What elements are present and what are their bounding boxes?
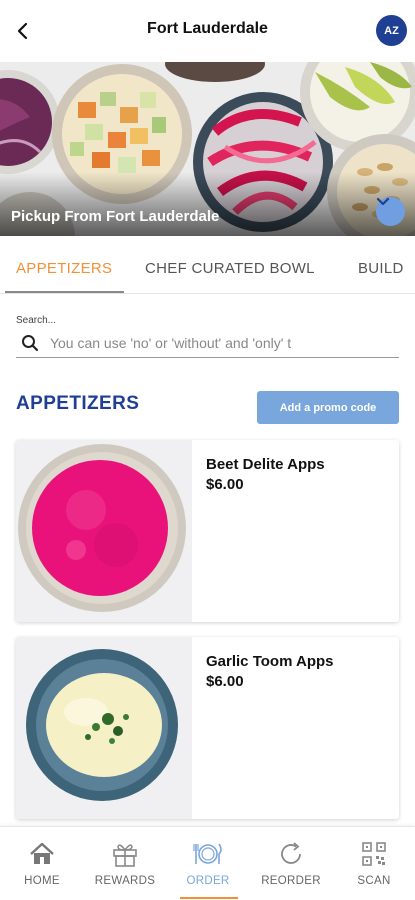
nav-item-reorder[interactable]: REORDER	[249, 839, 333, 887]
pickup-location-label: Pickup From Fort Lauderdale	[11, 208, 220, 225]
bottom-navigation: HOME REWARDS ORDER REORDER SCAN	[0, 826, 415, 900]
menu-item-price: $6.00	[206, 673, 244, 690]
nav-label: REWARDS	[94, 875, 156, 887]
tab-appetizers[interactable]: APPETIZERS	[16, 260, 112, 277]
gift-icon	[113, 844, 137, 867]
nav-label: ORDER	[186, 875, 230, 887]
search-label: Search...	[16, 315, 57, 326]
nav-item-rewards[interactable]: REWARDS	[83, 839, 167, 887]
nav-label: REORDER	[261, 875, 321, 887]
menu-item-image	[16, 637, 192, 819]
qr-code-icon	[362, 842, 386, 866]
active-tab-indicator	[5, 291, 124, 293]
search-input[interactable]	[49, 334, 399, 351]
menu-item-image	[16, 440, 192, 622]
menu-item-name: Beet Delite Apps	[206, 456, 325, 473]
nav-label: HOME	[24, 875, 60, 887]
store-hero-image: Pickup From Fort Lauderdale	[0, 62, 415, 236]
nav-item-order[interactable]: ORDER	[166, 839, 250, 887]
search-icon	[18, 331, 42, 355]
nav-label: SCAN	[357, 875, 391, 887]
refresh-icon	[281, 842, 301, 864]
chevron-down-icon	[376, 197, 390, 206]
menu-item-card[interactable]: Garlic Toom Apps $6.00	[16, 637, 399, 819]
hero-shade	[0, 172, 415, 236]
page-title: Fort Lauderdale	[147, 20, 268, 37]
active-nav-indicator	[180, 897, 238, 899]
add-promo-code-button[interactable]: Add a promo code	[257, 391, 399, 424]
avatar[interactable]: AZ	[376, 15, 407, 46]
dining-icon	[193, 843, 222, 864]
app-header: Fort Lauderdale AZ	[0, 0, 415, 62]
category-tabs: APPETIZERS CHEF CURATED BOWL BUILD	[0, 236, 415, 294]
menu-item-name: Garlic Toom Apps	[206, 653, 334, 670]
section-title: APPETIZERS	[16, 393, 140, 414]
menu-item-card[interactable]: Beet Delite Apps $6.00	[16, 440, 399, 622]
tab-chef-curated-bowl[interactable]: CHEF CURATED BOWL	[145, 260, 315, 277]
menu-item-price: $6.00	[206, 476, 244, 493]
nav-item-home[interactable]: HOME	[0, 839, 84, 887]
search-bar	[16, 328, 399, 358]
tab-build[interactable]: BUILD	[358, 260, 404, 277]
location-dropdown-button[interactable]	[376, 197, 405, 226]
home-icon	[30, 842, 54, 864]
nav-item-scan[interactable]: SCAN	[332, 839, 415, 887]
